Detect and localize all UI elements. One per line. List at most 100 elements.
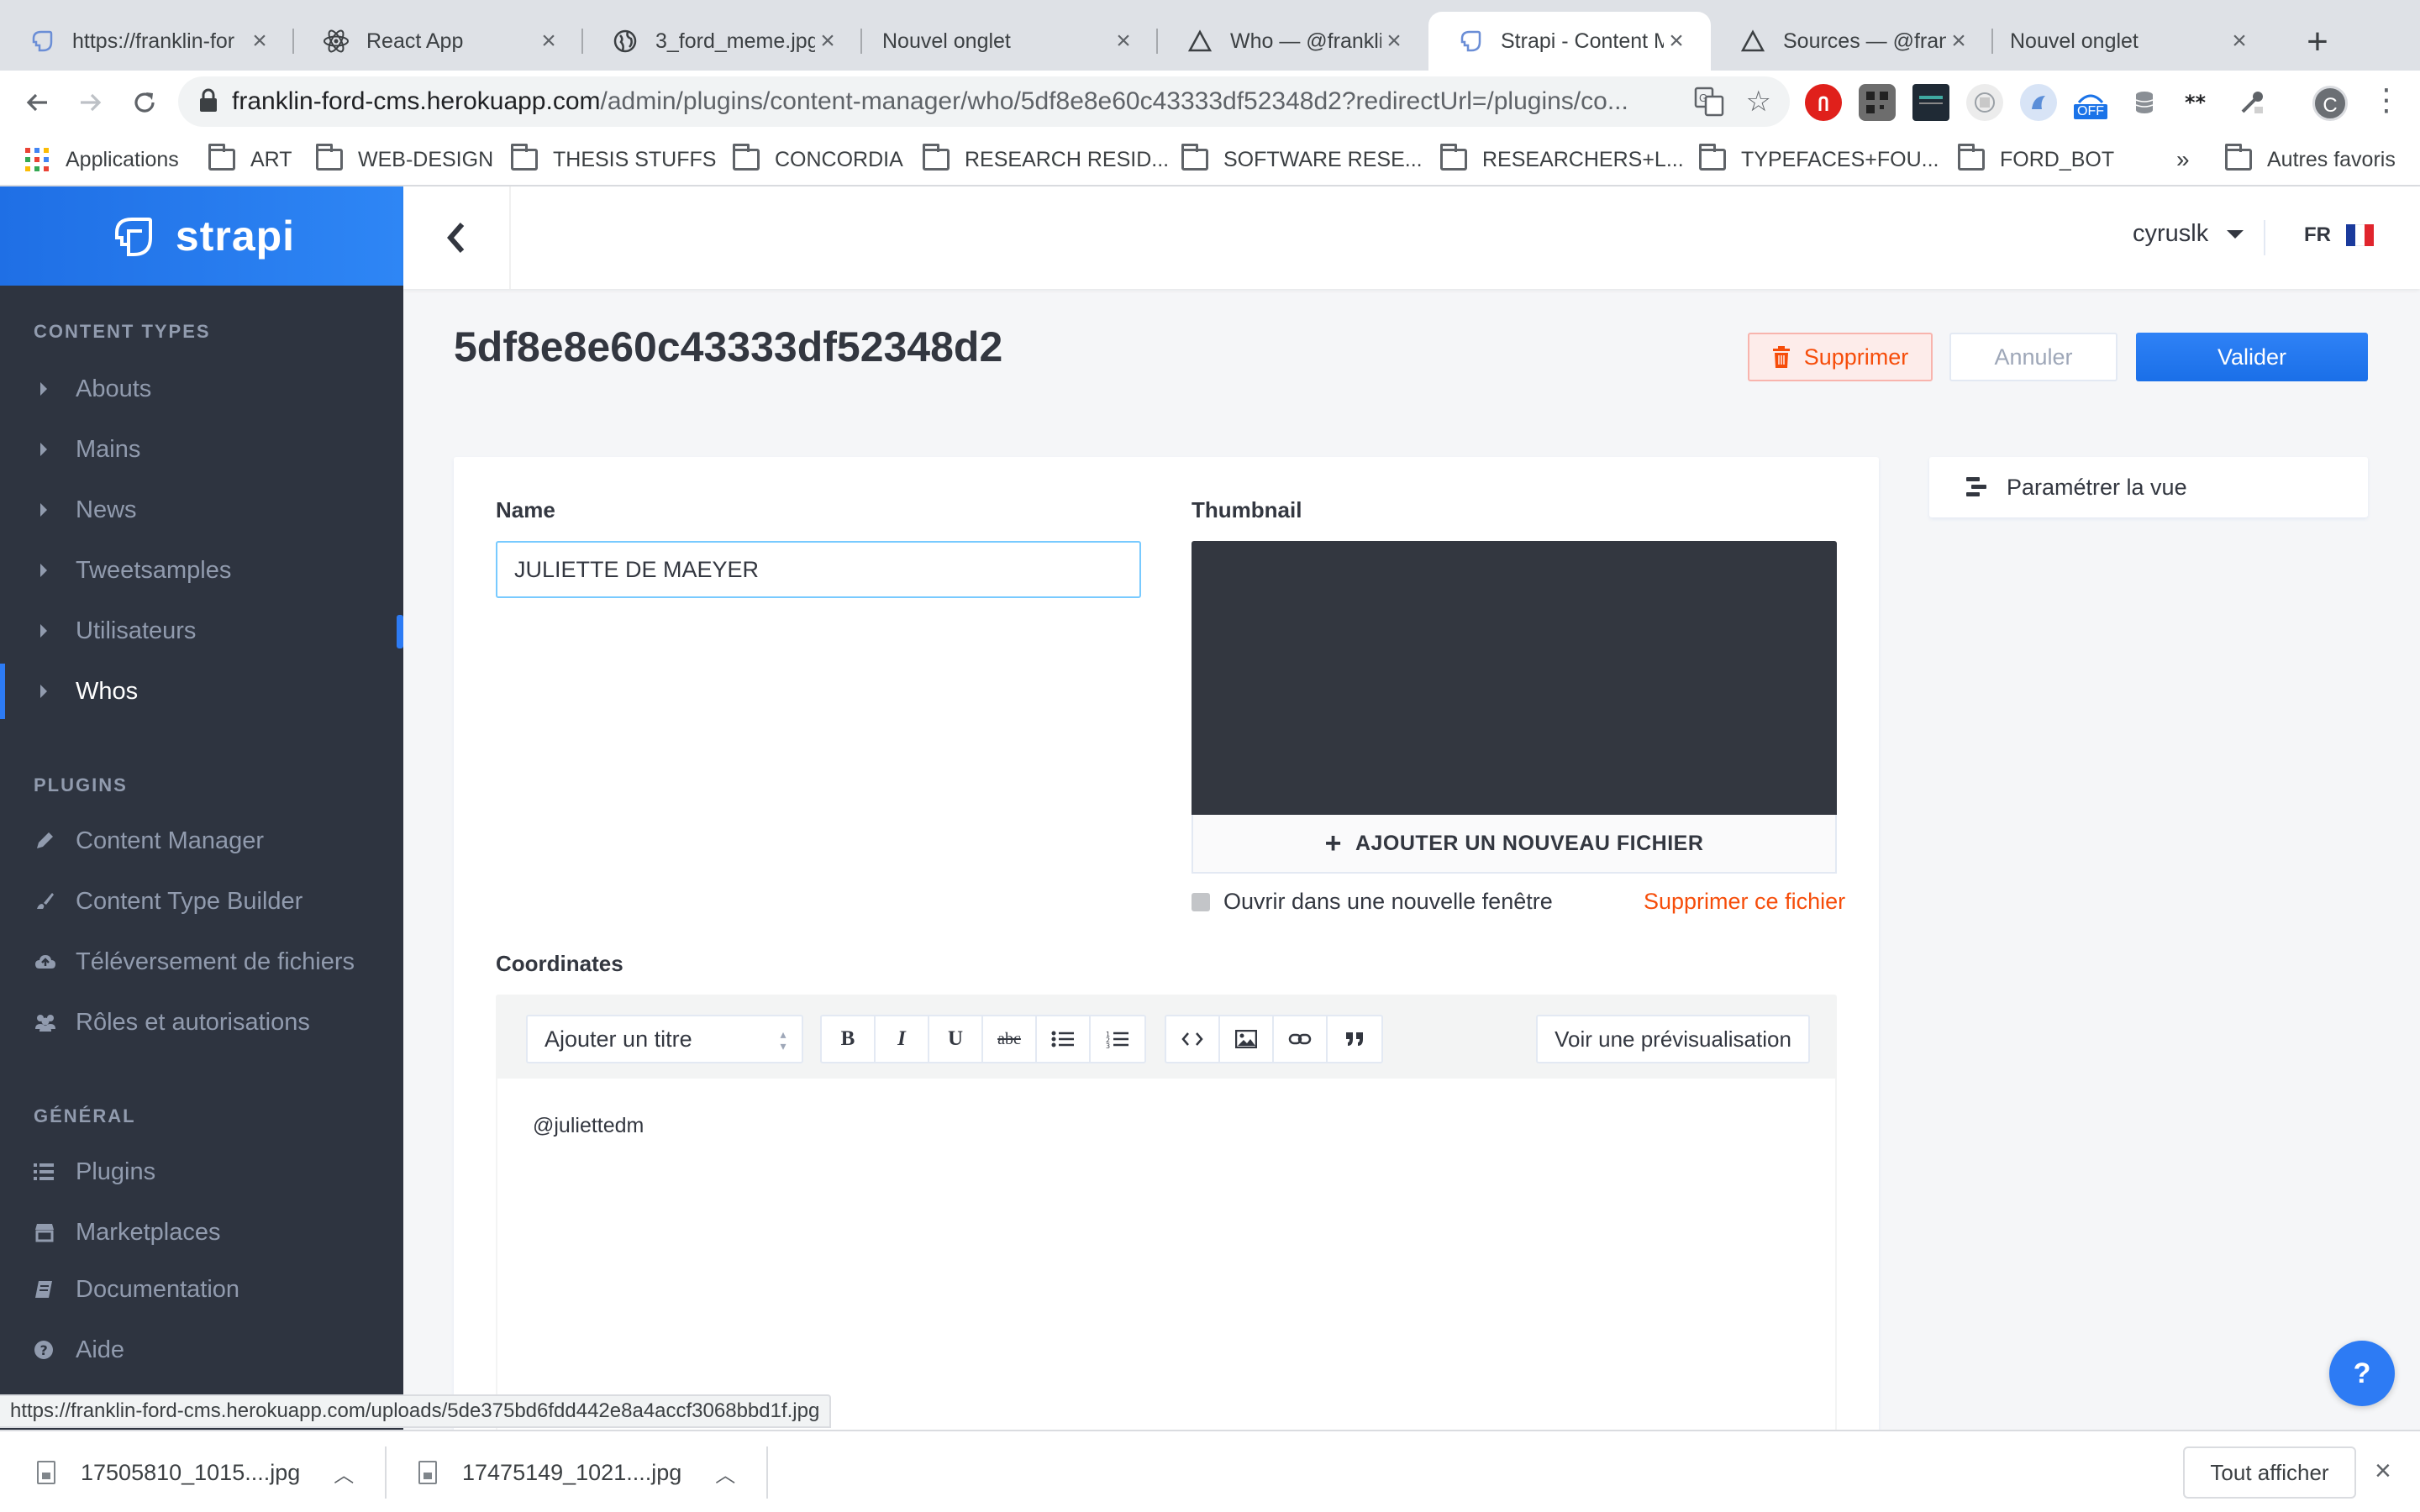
heading-select[interactable]: Ajouter un titre ▴ ▾ (526, 1015, 803, 1063)
browser-tab[interactable]: Who — @franklinf × (1158, 12, 1428, 71)
new-tab-button[interactable]: + (2294, 18, 2341, 66)
translate-icon[interactable]: G (1694, 87, 1724, 123)
coordinates-editor[interactable]: @juliettedm (496, 1079, 1837, 1438)
cloud-upload-icon (34, 952, 69, 972)
browser-tab[interactable]: https://franklin-for × (0, 12, 294, 71)
browser-tab[interactable]: 3_ford_meme.jpg ( × (583, 12, 862, 71)
sidebar-item-file-upload[interactable]: Téléversement de fichiers (0, 934, 403, 990)
blue-extension-icon[interactable] (2020, 84, 2057, 121)
bookmarks-overflow-button[interactable]: » (2176, 144, 2190, 175)
close-icon[interactable]: × (1381, 27, 1407, 55)
configure-view-button[interactable]: Paramétrer la vue (1929, 457, 2368, 517)
chevron-up-icon[interactable]: ︿ (715, 1458, 735, 1488)
language-switcher[interactable]: FR (2304, 223, 2374, 247)
delete-button[interactable]: Supprimer (1748, 333, 1933, 381)
delete-file-link[interactable]: Supprimer ce fichier (1644, 889, 1845, 915)
french-flag-icon (2346, 224, 2374, 246)
browser-tab[interactable]: React App × (294, 12, 583, 71)
sidebar-item-documentation[interactable]: Documentation (0, 1262, 403, 1317)
eyedropper-extension-icon[interactable] (2233, 84, 2270, 121)
user-menu[interactable]: cyruslk (2133, 220, 2244, 248)
bookmark-other-favorites[interactable]: Autres favoris (2225, 144, 2396, 175)
asterisk-extension-icon[interactable]: ** (2180, 84, 2217, 121)
browser-tab[interactable]: Nouvel onglet × (862, 12, 1158, 71)
back-arrow-icon[interactable] (13, 79, 60, 126)
quote-button[interactable] (1328, 1016, 1381, 1062)
forward-arrow-icon[interactable] (67, 79, 114, 126)
database-extension-icon[interactable] (2126, 84, 2163, 121)
close-icon[interactable]: × (2375, 1455, 2391, 1488)
adblock-extension-icon[interactable] (1805, 84, 1842, 121)
bookmark-folder[interactable]: CONCORDIA (733, 144, 903, 175)
chevron-up-icon[interactable]: ︿ (334, 1458, 354, 1488)
close-icon[interactable]: × (247, 27, 272, 55)
address-bar[interactable]: franklin-ford-cms.herokuapp.com/admin/pl… (178, 76, 1790, 127)
bookmark-folder[interactable]: WEB-DESIGN (316, 144, 493, 175)
terminal-extension-icon[interactable] (1912, 84, 1949, 121)
qr-extension-icon[interactable] (1859, 84, 1896, 121)
italic-button[interactable]: I (876, 1016, 929, 1062)
add-file-button[interactable]: + AJOUTER UN NOUVEAU FICHIER (1192, 815, 1837, 874)
bookmark-folder[interactable]: SOFTWARE RESE... (1181, 144, 1423, 175)
sidebar-item-whos[interactable]: Whos (0, 664, 403, 719)
bookmark-folder[interactable]: TYPEFACES+FOU... (1699, 144, 1939, 175)
bookmark-folder[interactable]: RESEARCHERS+L... (1440, 144, 1684, 175)
show-all-downloads-button[interactable]: Tout afficher (2183, 1446, 2356, 1499)
thumbnail-preview[interactable] (1192, 541, 1837, 815)
profile-avatar[interactable]: C (2312, 86, 2348, 121)
close-icon[interactable]: × (536, 27, 561, 55)
sidebar-item-content-type-builder[interactable]: Content Type Builder (0, 874, 403, 929)
close-icon[interactable]: × (1664, 27, 1689, 55)
bullet-list-button[interactable] (1037, 1016, 1091, 1062)
privacy-extension-icon[interactable] (1966, 84, 2003, 121)
help-button[interactable]: ? (2329, 1341, 2395, 1406)
close-icon[interactable]: × (1111, 27, 1136, 55)
bookmark-folder[interactable]: FORD_BOT (1958, 144, 2114, 175)
reload-icon[interactable] (121, 79, 168, 126)
browser-tab-title: https://franklin-for (72, 29, 235, 53)
bold-button[interactable]: B (822, 1016, 876, 1062)
sidebar-item-content-manager[interactable]: Content Manager (0, 813, 403, 869)
sidebar-item-news[interactable]: News (0, 482, 403, 538)
top-header: cyruslk FR (403, 186, 2420, 289)
underline-button[interactable]: U (929, 1016, 983, 1062)
browser-menu-icon[interactable]: ⋮ (2371, 82, 2402, 118)
bookmark-folder[interactable]: THESIS STUFFS (511, 144, 716, 175)
bookmark-label: FORD_BOT (2000, 147, 2115, 171)
browser-tab[interactable]: Sources — @frank × (1711, 12, 1993, 71)
bookmark-star-icon[interactable]: ☆ (1746, 85, 1771, 118)
download-item[interactable]: 17505810_1015....jpg ︿ (37, 1431, 354, 1512)
cancel-button[interactable]: Annuler (1949, 333, 2118, 381)
close-icon[interactable]: × (2227, 27, 2252, 55)
numbered-list-button[interactable]: 123 (1091, 1016, 1144, 1062)
bookmark-apps[interactable]: Applications (25, 144, 179, 175)
bookmark-folder[interactable]: RESEARCH RESID... (923, 144, 1169, 175)
sidebar-item-roles-permissions[interactable]: Rôles et autorisations (0, 995, 403, 1050)
submit-button[interactable]: Valider (2136, 333, 2368, 381)
sidebar-item-mains[interactable]: Mains (0, 422, 403, 477)
code-button[interactable] (1166, 1016, 1220, 1062)
strikethrough-button[interactable]: abc (983, 1016, 1037, 1062)
sidebar-item-tweetsamples[interactable]: Tweetsamples (0, 543, 403, 598)
name-field[interactable] (496, 541, 1141, 598)
browser-tab-active[interactable]: Strapi - Content M × (1428, 12, 1711, 71)
collapse-sidebar-button[interactable] (403, 186, 511, 289)
link-button[interactable] (1274, 1016, 1328, 1062)
close-icon[interactable]: × (815, 27, 840, 55)
download-item[interactable]: 17475149_1021....jpg ︿ (418, 1431, 735, 1512)
strapi-logo[interactable]: strapi (0, 186, 403, 286)
sidebar-item-utilisateurs[interactable]: Utilisateurs (0, 603, 403, 659)
browser-tab[interactable]: Nouvel onglet × (1993, 12, 2274, 71)
off-extension-icon[interactable]: OFF (2072, 84, 2109, 121)
browser-tab-title: React App (366, 29, 464, 53)
bookmark-folder[interactable]: ART (208, 144, 292, 175)
preview-button[interactable]: Voir une prévisualisation (1536, 1015, 1810, 1063)
image-button[interactable] (1220, 1016, 1274, 1062)
sidebar-item-aide[interactable]: ? Aide (0, 1322, 403, 1378)
layout-settings-icon (1966, 477, 1986, 496)
sidebar-item-plugins[interactable]: Plugins (0, 1144, 403, 1200)
open-new-window-toggle[interactable]: Ouvrir dans une nouvelle fenêtre (1192, 889, 1553, 915)
sidebar-item-marketplaces[interactable]: Marketplaces (0, 1205, 403, 1260)
sidebar-item-abouts[interactable]: Abouts (0, 361, 403, 417)
close-icon[interactable]: × (1946, 27, 1971, 55)
